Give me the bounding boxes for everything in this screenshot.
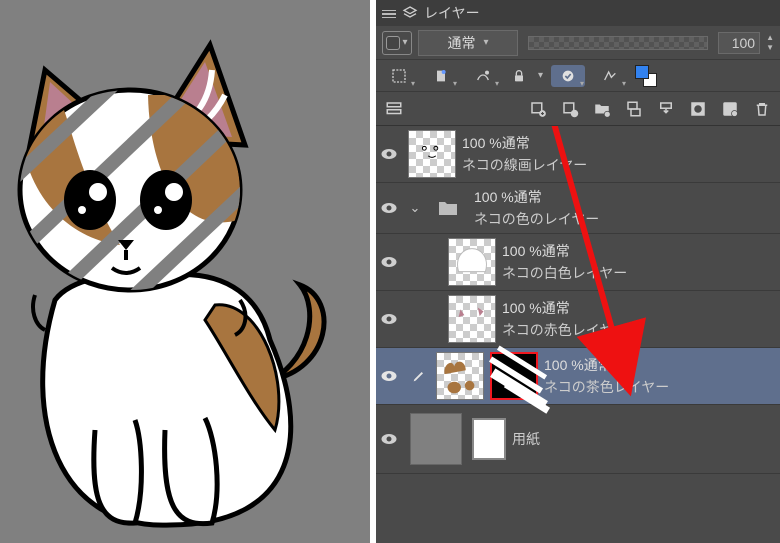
chevron-down-icon: ▾ — [483, 37, 488, 48]
canvas[interactable] — [0, 0, 370, 543]
blend-mode-value: 通常 — [447, 33, 475, 53]
layer-thumbnail[interactable] — [436, 352, 484, 400]
opacity-stepper[interactable]: ▲▼ — [766, 34, 774, 52]
eye-icon[interactable] — [379, 252, 399, 272]
create-mask-button[interactable] — [686, 97, 710, 121]
panel-title: レイヤー — [424, 3, 480, 23]
transfer-down-button[interactable] — [622, 97, 646, 121]
effect-button[interactable]: ▾ — [593, 65, 627, 87]
layer-action-row — [376, 92, 780, 126]
opacity-slider[interactable] — [528, 36, 708, 50]
chevron-down-icon: ▾ — [538, 70, 543, 81]
palette-swatch[interactable] — [635, 65, 657, 87]
layer-option-row: ▾ ▾ ▾ ▾ ▾ ▾ — [376, 60, 780, 92]
layer-opacity-label: 100 %通常 — [544, 355, 776, 375]
layer-row-paper[interactable]: 用紙 — [376, 405, 780, 474]
layer-name: ネコの赤色レイヤー — [502, 320, 776, 340]
eye-icon[interactable] — [379, 429, 399, 449]
pencil-icon — [408, 368, 430, 384]
layer-name: ネコの線画レイヤー — [462, 155, 776, 175]
layer-opacity-label: 100 %通常 — [502, 241, 776, 261]
new-raster-layer-button[interactable] — [526, 97, 550, 121]
blend-mode-select[interactable]: 通常 ▾ — [418, 30, 518, 56]
cat-artwork — [0, 0, 370, 543]
opacity-value[interactable]: 100 — [718, 32, 760, 54]
lock-button[interactable] — [508, 65, 530, 87]
layer-row-selected[interactable]: 100 %通常 ネコの茶色レイヤー — [376, 348, 780, 405]
layer-opacity-label: 100 %通常 — [474, 187, 776, 207]
clip-mask-button[interactable]: ▾ — [382, 65, 416, 87]
layer-row[interactable]: 100 %通常 ネコの白色レイヤー — [376, 234, 780, 291]
eye-icon[interactable] — [379, 366, 399, 386]
layer-opacity-label: 100 %通常 — [502, 298, 776, 318]
layers-icon — [402, 5, 418, 21]
layer-name: ネコの白色レイヤー — [502, 263, 776, 283]
folder-icon — [428, 188, 468, 228]
layer-row[interactable]: 100 %通常 ネコの線画レイヤー — [376, 126, 780, 183]
panel-menu-icon[interactable] — [382, 8, 396, 19]
panel-header: レイヤー — [376, 0, 780, 26]
set-reference-button[interactable]: ▾ — [551, 65, 585, 87]
layer-name: ネコの茶色レイヤー — [544, 377, 776, 397]
reference-layer-button[interactable]: ▾ — [424, 65, 458, 87]
disclosure-triangle[interactable]: ⌄ — [408, 200, 422, 216]
layer-row[interactable]: 100 %通常 ネコの赤色レイヤー — [376, 291, 780, 348]
layer-name: 用紙 — [512, 429, 776, 449]
layer-folder-row[interactable]: ⌄ 100 %通常 ネコの色のレイヤー — [376, 183, 780, 234]
delete-layer-button[interactable] — [750, 97, 774, 121]
layer-mask-thumbnail[interactable] — [490, 352, 538, 400]
layers-panel: レイヤー ▾ 通常 ▾ 100 ▲▼ ▾ ▾ ▾ ▾ ▾ — [370, 0, 780, 543]
apply-mask-button[interactable] — [718, 97, 742, 121]
layer-thumbnail[interactable] — [448, 238, 496, 286]
layer-opacity-label: 100 %通常 — [462, 133, 776, 153]
new-folder-button[interactable] — [590, 97, 614, 121]
layer-list: 100 %通常 ネコの線画レイヤー ⌄ 100 %通常 ネコの色のレイヤー — [376, 126, 780, 543]
layer-color-swatch[interactable]: ▾ — [382, 31, 412, 55]
merge-down-button[interactable] — [654, 97, 678, 121]
layer-name: ネコの色のレイヤー — [474, 209, 776, 229]
eye-icon[interactable] — [379, 309, 399, 329]
layer-thumbnail[interactable] — [408, 130, 456, 178]
paper-thumbnail[interactable] — [472, 418, 506, 460]
draft-layer-button[interactable]: ▾ — [466, 65, 500, 87]
paper-color-swatch[interactable] — [410, 413, 462, 465]
eye-icon[interactable] — [379, 198, 399, 218]
blend-row: ▾ 通常 ▾ 100 ▲▼ — [376, 26, 780, 60]
layer-thumbnail[interactable] — [448, 295, 496, 343]
panel-view-button[interactable] — [382, 97, 406, 121]
new-vector-layer-button[interactable] — [558, 97, 582, 121]
eye-icon[interactable] — [379, 144, 399, 164]
